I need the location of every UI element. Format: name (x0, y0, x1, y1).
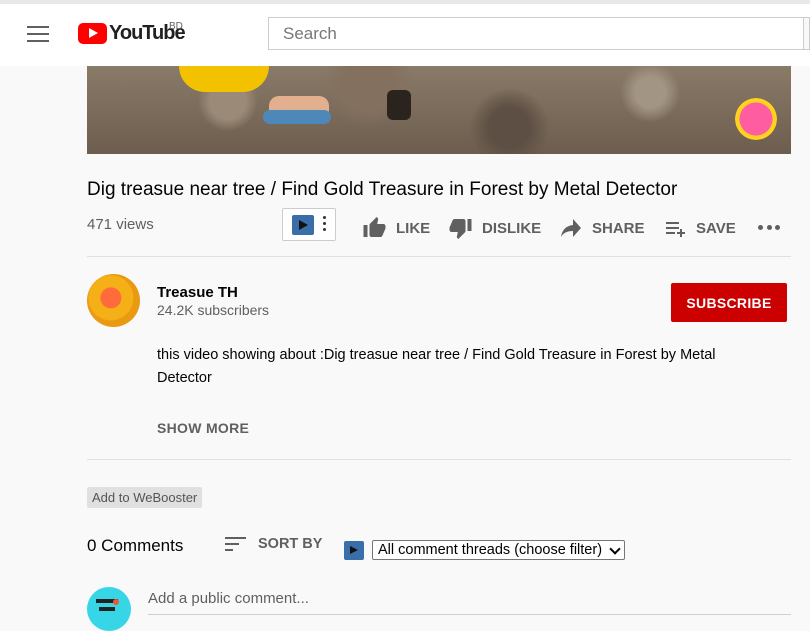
share-label: SHARE (592, 219, 645, 237)
masthead-top-edge (0, 0, 810, 4)
sort-by-button[interactable]: SORT BY (225, 535, 322, 553)
subscribe-button[interactable]: SUBSCRIBE (671, 283, 787, 322)
user-avatar[interactable] (87, 587, 131, 631)
share-arrow-icon (561, 219, 581, 237)
iq-filter-icon (344, 541, 364, 560)
thumbs-up-icon (363, 217, 386, 237)
channel-avatar[interactable] (87, 274, 140, 327)
channel-watermark[interactable] (735, 98, 777, 140)
dislike-label: DISLIKE (482, 219, 542, 237)
video-description: this video showing about :Dig treasue ne… (157, 347, 716, 386)
masthead: YouTube BD Search (0, 0, 810, 66)
search-button[interactable] (804, 17, 810, 50)
save-label: SAVE (696, 219, 736, 237)
comment-filter-value: All comment threads (choose filter) (378, 542, 603, 558)
country-code: BD (169, 21, 183, 32)
video-frame-hole (387, 90, 411, 120)
comment-filter-select[interactable]: All comment threads (choose filter) (372, 540, 625, 560)
more-actions-icon[interactable] (758, 225, 780, 231)
like-label: LIKE (396, 219, 431, 237)
video-title: Dig treasue near tree / Find Gold Treasu… (87, 179, 678, 200)
share-button[interactable]: SHARE (558, 216, 645, 240)
thumbs-down-icon (449, 219, 472, 239)
playlist-add-icon (666, 222, 685, 237)
chevron-down-icon (609, 543, 621, 555)
add-to-webooster-button[interactable]: Add to WeBooster (87, 487, 203, 508)
search-input[interactable]: Search (268, 17, 804, 50)
kebab-menu-icon[interactable] (323, 214, 327, 236)
sort-icon (225, 537, 246, 551)
channel-name[interactable]: Treasue TH (157, 284, 238, 301)
divider (87, 256, 791, 257)
dislike-button[interactable]: DISLIKE (447, 216, 541, 240)
divider (87, 459, 791, 460)
video-player[interactable] (87, 66, 791, 154)
save-button[interactable]: SAVE (662, 216, 736, 240)
comment-input-underline (148, 614, 791, 615)
video-frame-slipper (263, 110, 331, 124)
iq-extension-icon (292, 215, 314, 235)
iq-extension-button[interactable] (282, 208, 336, 241)
sort-by-label: SORT BY (258, 536, 323, 552)
video-frame-figure (179, 66, 269, 92)
like-button[interactable]: LIKE (361, 216, 430, 240)
comments-count: 0 Comments (87, 536, 184, 555)
hamburger-menu-icon[interactable] (27, 26, 49, 44)
add-comment-input[interactable]: Add a public comment... (148, 590, 309, 607)
subscriber-count: 24.2K subscribers (157, 302, 270, 318)
view-count: 471 views (87, 216, 154, 233)
show-more-button[interactable]: SHOW MORE (157, 420, 249, 436)
youtube-play-icon (78, 23, 107, 44)
